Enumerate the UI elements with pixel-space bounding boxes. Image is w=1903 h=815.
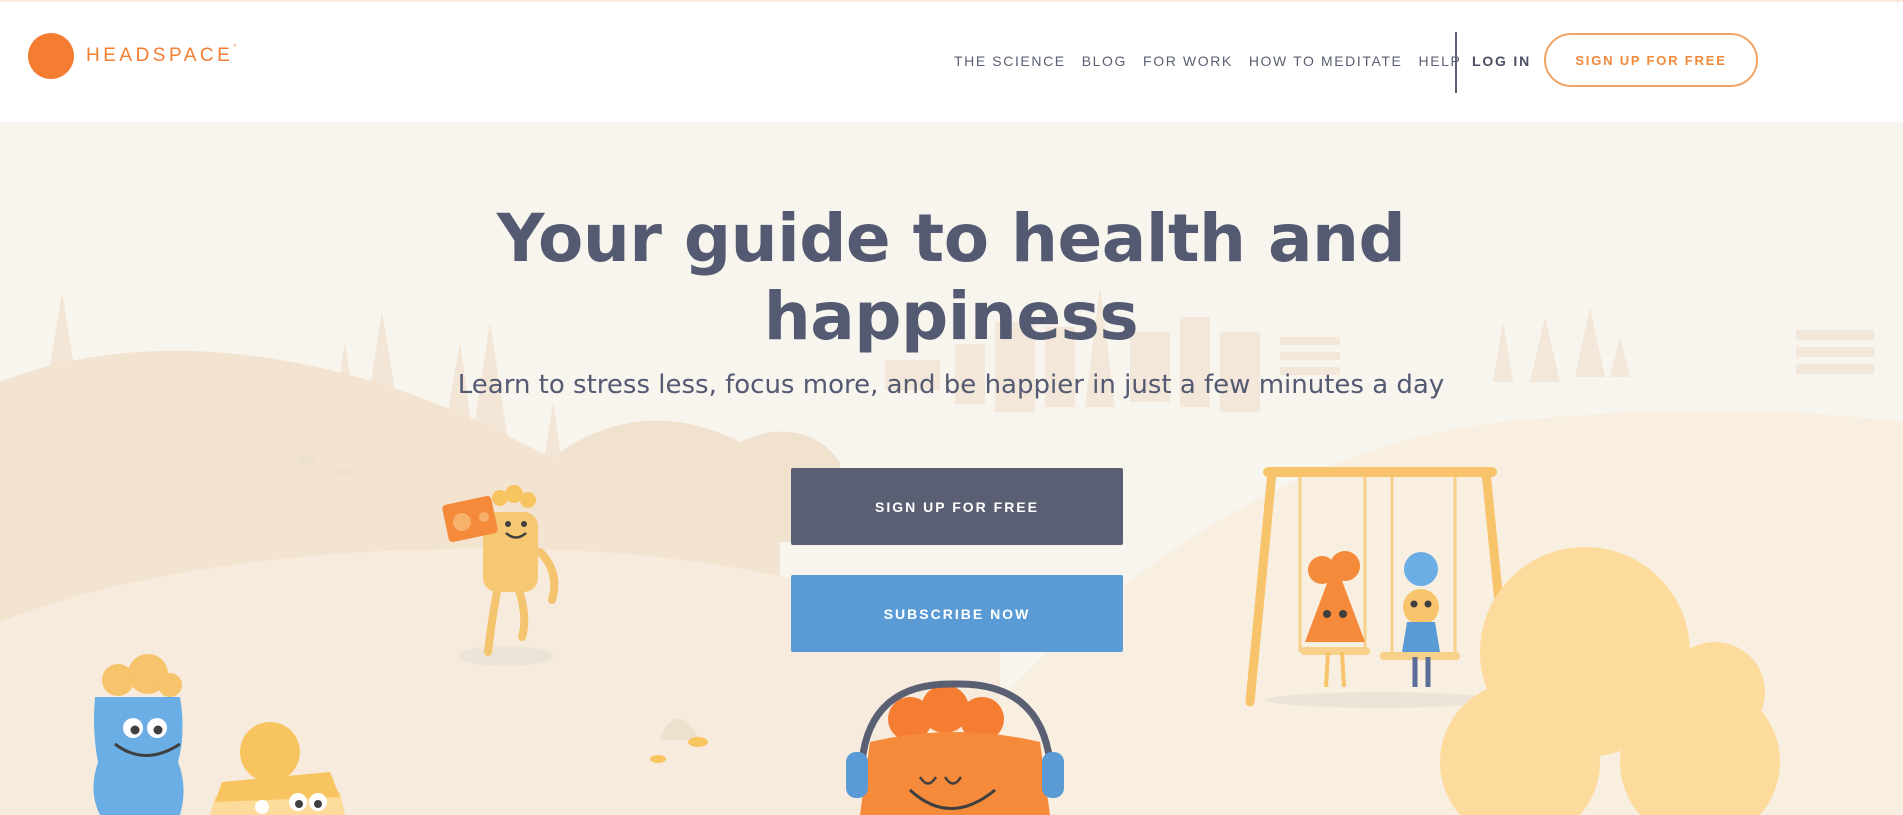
hero-title: Your guide to health and happiness xyxy=(451,200,1451,356)
hero-signup-button[interactable]: SIGN UP FOR FREE xyxy=(791,468,1123,545)
logo-trademark: ° xyxy=(233,43,237,52)
nav-item-for-work[interactable]: FOR WORK xyxy=(1143,53,1233,69)
login-link[interactable]: LOG IN xyxy=(1472,53,1531,69)
nav-item-blog[interactable]: BLOG xyxy=(1082,53,1127,69)
headspace-logo[interactable]: HEADSPACE° xyxy=(28,32,237,80)
main-nav: THE SCIENCE BLOG FOR WORK HOW TO MEDITAT… xyxy=(954,53,1477,69)
hero-title-line1: Your guide to health and xyxy=(496,200,1406,277)
subscribe-button[interactable]: SUBSCRIBE NOW xyxy=(791,575,1123,652)
nav-item-how-to-meditate[interactable]: HOW TO MEDITATE xyxy=(1249,53,1403,69)
header-signup-button[interactable]: SIGN UP FOR FREE xyxy=(1544,33,1758,87)
logo-wordmark: HEADSPACE xyxy=(86,45,234,66)
hero-section: Your guide to health and happiness Learn… xyxy=(0,122,1903,815)
site-header: HEADSPACE° THE SCIENCE BLOG FOR WORK HOW… xyxy=(0,0,1903,122)
logo-dot-icon xyxy=(28,33,74,79)
nav-item-the-science[interactable]: THE SCIENCE xyxy=(954,53,1066,69)
hero-subtitle: Learn to stress less, focus more, and be… xyxy=(457,370,1445,400)
nav-divider xyxy=(1455,32,1457,93)
blue-character xyxy=(93,654,184,815)
hero-title-line2: happiness xyxy=(763,278,1139,355)
